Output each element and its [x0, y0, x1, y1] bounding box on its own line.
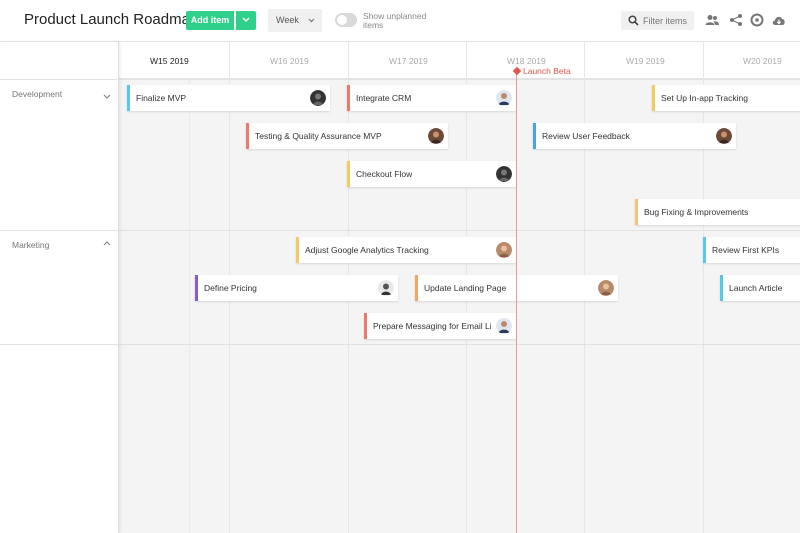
- avatar: [310, 90, 326, 106]
- milestone-label[interactable]: Launch Beta: [523, 66, 571, 76]
- chevron-up-icon[interactable]: [103, 240, 111, 246]
- avatar: [496, 318, 512, 334]
- roadmap-item-card[interactable]: Review User Feedback: [533, 123, 736, 149]
- item-title: Finalize MVP: [136, 93, 187, 103]
- avatar: [496, 90, 512, 106]
- week-label-w17: W17 2019: [389, 56, 428, 66]
- item-title: Prepare Messaging for Email List: [373, 321, 491, 331]
- week-label-w18: W18 2019: [507, 56, 546, 66]
- roadmap-item-card[interactable]: Adjust Google Analytics Tracking: [296, 237, 516, 263]
- add-item-button[interactable]: Add item: [186, 11, 234, 30]
- item-title: Integrate CRM: [356, 93, 412, 103]
- avatar: [428, 128, 444, 144]
- chevron-down-icon: [308, 18, 315, 23]
- item-title: Launch Article: [729, 283, 783, 293]
- roadmap-item-card[interactable]: Bug Fixing & Improvements: [635, 199, 800, 225]
- roadmap-item-card[interactable]: Finalize MVP: [127, 85, 330, 111]
- week-header-row: W15 2019 W16 2019 W17 2019 W18 2019 W19 …: [119, 42, 800, 79]
- lane-divider: [0, 344, 119, 345]
- week-label-w16: W16 2019: [270, 56, 309, 66]
- roadmap-grid: W15 2019 W16 2019 W17 2019 W18 2019 W19 …: [0, 42, 800, 533]
- users-icon[interactable]: [704, 12, 720, 28]
- avatar: [378, 280, 394, 296]
- item-title: Bug Fixing & Improvements: [644, 207, 749, 217]
- avatar: [716, 128, 732, 144]
- roadmap-item-card[interactable]: Integrate CRM: [347, 85, 516, 111]
- filter-placeholder: Filter items: [643, 16, 688, 26]
- search-icon: [628, 15, 639, 26]
- week-label-w20: W20 2019: [743, 56, 782, 66]
- view-select-value: Week: [276, 15, 299, 25]
- toggle-knob: [337, 15, 347, 25]
- lane-divider: [0, 230, 800, 231]
- day-divider: [189, 79, 190, 533]
- roadmap-item-card[interactable]: Review First KPIs: [703, 237, 800, 263]
- item-title: Update Landing Page: [424, 283, 507, 293]
- unplanned-toggle-label: Show unplanned items: [363, 11, 427, 30]
- item-title: Adjust Google Analytics Tracking: [305, 245, 429, 255]
- roadmap-item-card[interactable]: Set Up In-app Tracking: [652, 85, 800, 111]
- roadmap-item-card[interactable]: Testing & Quality Assurance MVP: [246, 123, 448, 149]
- view-select[interactable]: Week: [268, 9, 322, 32]
- page-title: Product Launch Roadmap: [24, 11, 199, 28]
- milestone-line: [516, 69, 517, 533]
- week-label-w19: W19 2019: [626, 56, 665, 66]
- week-label-w15: W15 2019: [150, 56, 189, 66]
- lanes-sidebar: Development Marketing: [0, 42, 119, 533]
- chevron-down-icon[interactable]: [103, 94, 111, 100]
- item-title: Checkout Flow: [356, 169, 413, 179]
- item-title: Review First KPIs: [712, 245, 780, 255]
- item-title: Define Pricing: [204, 283, 257, 293]
- lane-divider: [0, 79, 800, 80]
- settings-icon[interactable]: [749, 12, 765, 28]
- lane-divider: [0, 79, 119, 80]
- unplanned-toggle[interactable]: [335, 13, 357, 27]
- roadmap-item-card[interactable]: Checkout Flow: [347, 161, 516, 187]
- item-title: Testing & Quality Assurance MVP: [255, 131, 382, 141]
- chevron-down-icon: [242, 17, 250, 23]
- avatar: [496, 242, 512, 258]
- cloud-download-icon[interactable]: [771, 12, 787, 28]
- top-bar: Product Launch Roadmap Add item Week Sho…: [0, 0, 800, 42]
- avatar: [496, 166, 512, 182]
- share-icon[interactable]: [728, 12, 744, 28]
- week-divider: [703, 42, 704, 533]
- avatar: [598, 280, 614, 296]
- filter-input[interactable]: Filter items: [621, 11, 694, 30]
- lane-label-development[interactable]: Development: [12, 89, 62, 99]
- item-title: Review User Feedback: [542, 131, 630, 141]
- lane-label-marketing[interactable]: Marketing: [12, 240, 49, 250]
- lane-divider: [0, 230, 119, 231]
- add-item-dropdown-button[interactable]: [236, 11, 256, 30]
- roadmap-item-card[interactable]: Define Pricing: [195, 275, 398, 301]
- roadmap-item-card[interactable]: Launch Article: [720, 275, 800, 301]
- lane-divider: [0, 344, 800, 345]
- item-title: Set Up In-app Tracking: [661, 93, 748, 103]
- roadmap-item-card[interactable]: Prepare Messaging for Email List: [364, 313, 516, 339]
